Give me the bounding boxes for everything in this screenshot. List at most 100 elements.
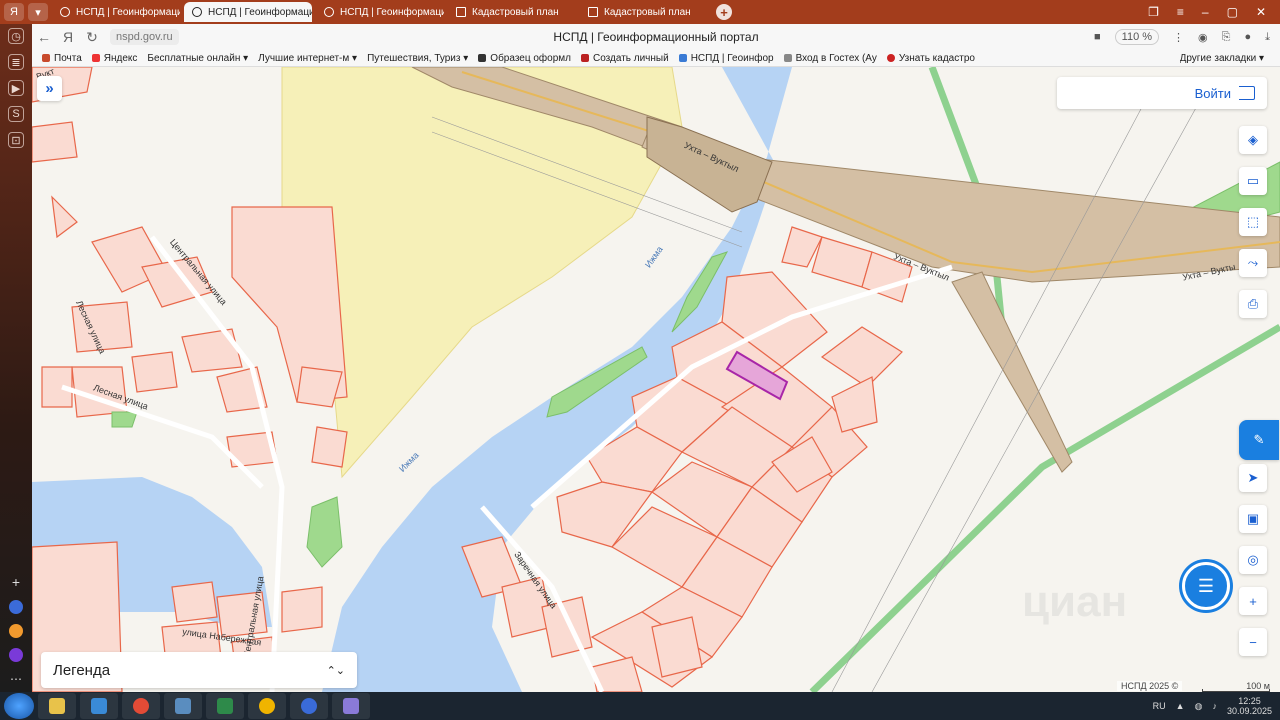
menu-icon[interactable]: ≡ [1177, 5, 1184, 19]
print-icon: ⎙ [1247, 296, 1259, 311]
new-tab-button[interactable]: + [716, 4, 732, 20]
zoom-in-button[interactable]: + [1239, 587, 1267, 615]
share-icon: ⤳ [1247, 255, 1259, 270]
locate-button[interactable]: ➤ [1239, 464, 1267, 492]
clock[interactable]: 12:25 30.09.2025 [1227, 696, 1272, 716]
bookmark-item[interactable]: Яндекс [91, 53, 137, 64]
url-field[interactable]: nspd.gov.ru [110, 29, 179, 45]
bookmark-item[interactable]: НСПД | Геоинфор [678, 53, 774, 64]
folder-icon [49, 698, 65, 714]
system-tray: RU ▲ ◍ ♪ 12:25 30.09.2025 [1153, 696, 1280, 716]
bookmark-icon[interactable]: ■ [1094, 31, 1101, 43]
alice-icon[interactable] [9, 600, 23, 614]
close-window-icon[interactable]: ✕ [1256, 5, 1266, 19]
collections-icon[interactable]: ⊡ [8, 132, 24, 148]
tab-4[interactable]: Кадастровый план [448, 2, 576, 22]
geolocation-button[interactable]: ◎ [1239, 546, 1267, 574]
assistant-icon[interactable] [9, 648, 23, 662]
network-icon[interactable]: ◍ [1195, 701, 1203, 712]
document-icon [456, 7, 466, 17]
tab-label: НСПД | Геоинформаци [208, 6, 312, 18]
globe-icon [678, 54, 687, 62]
chat-button[interactable]: ☰ [1182, 562, 1230, 610]
kebab-menu-icon[interactable]: ⋮ [1173, 31, 1184, 44]
chrome-icon [259, 698, 275, 714]
download-icon[interactable]: S [8, 106, 24, 122]
tab-5[interactable]: Кадастровый план [580, 2, 708, 22]
bookmark-folder[interactable]: Лучшие интернет-м ▾ [258, 53, 357, 64]
yandex-logo-icon[interactable]: Я [4, 3, 24, 21]
play-icon[interactable]: ▶ [8, 80, 24, 96]
back-icon[interactable]: ← [32, 29, 56, 45]
share-button[interactable]: ⤳ [1239, 249, 1267, 277]
tab-3[interactable]: НСПД | Геоинформацион [316, 2, 444, 22]
tabs-menu-icon[interactable]: ▾ [28, 3, 48, 21]
layers-icon: ◈ [1248, 132, 1258, 147]
screenshot-icon[interactable]: ⎘ [1222, 31, 1231, 44]
yandex-home-icon[interactable]: Я [56, 29, 80, 45]
start-button[interactable] [4, 693, 34, 719]
extension-icon[interactable]: ◉ [1198, 31, 1208, 44]
layers-button[interactable]: ◈ [1239, 126, 1267, 154]
attribution: НСПД 2025 © [1117, 681, 1183, 691]
bookmarks-panel-icon[interactable]: ❐ [1148, 5, 1159, 19]
bookmark-item[interactable]: Вход в Гостех (Ау [783, 53, 877, 64]
market-icon[interactable] [9, 624, 23, 638]
select-area-button[interactable]: ⬚ [1239, 208, 1267, 236]
tab-1[interactable]: НСПД | Геоинформацион [52, 2, 180, 22]
tab-2-active[interactable]: НСПД | Геоинформаци× [184, 2, 312, 22]
bookmark-item[interactable]: Образец оформл [478, 53, 571, 64]
media-app[interactable] [80, 693, 118, 719]
yandex-browser-app[interactable] [290, 693, 328, 719]
profile-icon[interactable]: ● [1244, 31, 1251, 43]
window-app[interactable] [332, 693, 370, 719]
zoom-out-button[interactable]: − [1239, 628, 1267, 656]
downloads-icon[interactable]: ⤓ [1265, 31, 1270, 44]
measure-button[interactable]: ▭ [1239, 167, 1267, 195]
watermark: циан [1022, 577, 1128, 626]
login-button[interactable]: Войти [1057, 77, 1267, 109]
window-icon [343, 698, 359, 714]
excel-icon [217, 698, 233, 714]
bookmark-item[interactable]: Почта [42, 53, 82, 64]
ruler-icon: ▭ [1246, 173, 1260, 188]
bridge [646, 116, 773, 213]
chrome-app-2[interactable] [248, 693, 286, 719]
map-canvas[interactable]: Ухта – Вуктыл Ухта – Вуктыл Ухта – Вукты… [32, 67, 1280, 692]
volume-icon[interactable]: ♪ [1212, 701, 1217, 711]
notes-icon[interactable]: ≣ [8, 54, 24, 70]
minimize-icon[interactable]: – [1202, 5, 1209, 19]
reload-icon[interactable]: ↻ [80, 29, 104, 46]
chrome-icon [133, 698, 149, 714]
tax-icon [580, 54, 589, 62]
history-icon[interactable]: ◷ [8, 28, 24, 44]
bookmark-folder[interactable]: Путешествия, Туриз ▾ [367, 53, 468, 64]
basemap-icon: ▣ [1246, 511, 1260, 526]
print-button[interactable]: ⎙ [1239, 290, 1267, 318]
zoom-indicator[interactable]: 110 % [1114, 29, 1160, 45]
add-icon[interactable]: + [12, 574, 20, 590]
language-indicator[interactable]: RU [1153, 701, 1166, 711]
legend-panel[interactable]: Легенда ⌃⌄ [41, 652, 357, 688]
expand-panel-button[interactable]: » [37, 76, 62, 101]
location-target-icon: ◎ [1247, 552, 1259, 567]
yandex-browser-icon [301, 698, 317, 714]
chrome-app[interactable] [122, 693, 160, 719]
window-controls: ❐ ≡ – ▢ ✕ [1148, 5, 1280, 19]
more-icon[interactable]: ⋯ [10, 672, 22, 686]
excel-app[interactable] [206, 693, 244, 719]
volume-app[interactable] [164, 693, 202, 719]
tab-label: Кадастровый план [604, 6, 691, 18]
feedback-button[interactable]: ✎ [1239, 420, 1279, 460]
bookmark-folder[interactable]: Бесплатные онлайн ▾ [147, 53, 248, 64]
navigation-arrow-icon: ➤ [1247, 470, 1259, 485]
chat-icon: ☰ [1197, 575, 1215, 596]
bookmark-item[interactable]: Создать личный [580, 53, 669, 64]
tray-arrow-icon[interactable]: ▲ [1176, 701, 1185, 711]
tab-label: НСПД | Геоинформацион [340, 6, 444, 18]
restore-icon[interactable]: ▢ [1227, 5, 1238, 19]
explorer-app[interactable] [38, 693, 76, 719]
other-bookmarks[interactable]: Другие закладки ▾ [1180, 53, 1264, 64]
bookmark-item[interactable]: Узнать кадастро [886, 53, 975, 64]
basemap-button[interactable]: ▣ [1239, 505, 1267, 533]
